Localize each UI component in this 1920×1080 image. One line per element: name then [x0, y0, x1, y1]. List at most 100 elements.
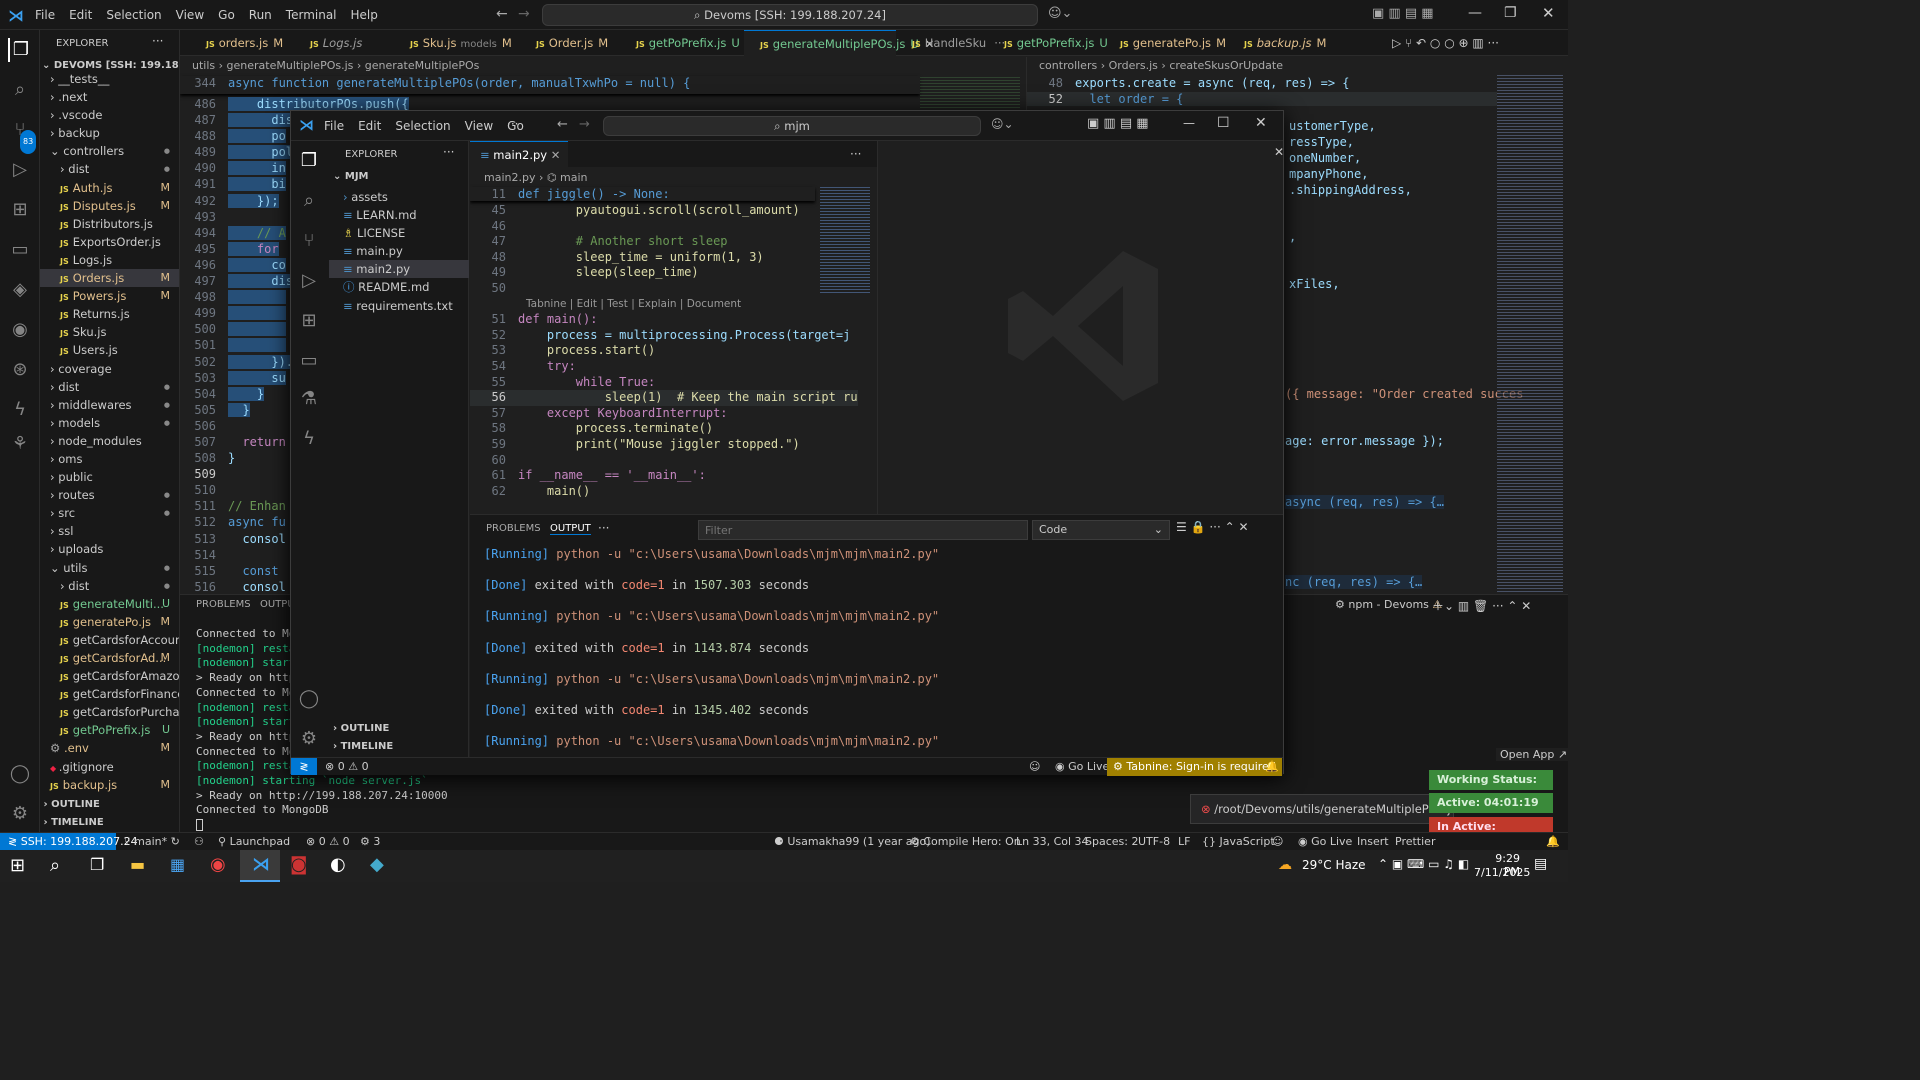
- tree-item[interactable]: JS Orders.js M: [40, 269, 179, 288]
- zoho-icon[interactable]: ◙: [290, 854, 307, 875]
- tree-item[interactable]: › dist ●: [40, 160, 179, 178]
- golive-status[interactable]: ◉ Go Live: [1298, 833, 1352, 851]
- menu-terminal[interactable]: Terminal: [279, 0, 344, 30]
- tree-item[interactable]: JSgetCardsforPurchasi...: [40, 703, 179, 721]
- blame-status[interactable]: ⚈ Usamakha99 (1 year ago): [774, 833, 930, 851]
- inner-bc-file[interactable]: main2.py: [484, 171, 535, 184]
- tree-item[interactable]: › models ●: [40, 414, 179, 432]
- inner-extensions-icon[interactable]: ⊞: [297, 309, 321, 333]
- close-window-icon[interactable]: ✕: [1542, 4, 1555, 22]
- command-center-search[interactable]: ⌕ Devoms [SSH: 199.188.207.24]: [542, 4, 1038, 26]
- tree-item[interactable]: JS Auth.js M: [40, 179, 179, 197]
- inner-minimap[interactable]: [820, 185, 870, 295]
- tree-item[interactable]: JS Disputes.js M: [40, 197, 179, 215]
- inner-tree-item[interactable]: › assets: [329, 188, 469, 206]
- app2-icon[interactable]: ◆: [370, 854, 384, 875]
- inner-tab-close-icon[interactable]: ✕: [551, 148, 561, 162]
- explorer-icon[interactable]: ❐: [8, 38, 32, 62]
- tray-icons[interactable]: ⌃ ▣ ⌨ ▭ ♫ ◧: [1378, 857, 1469, 871]
- inner-tab-main2[interactable]: ≡ main2.py ✕: [470, 141, 568, 167]
- editor-tab[interactable]: JS getPoPrefix.js U: [988, 30, 1108, 56]
- weather-icon[interactable]: ☁: [1278, 857, 1292, 873]
- tree-item[interactable]: JS getCardsforAd... M: [40, 649, 179, 667]
- inner-panel-tab-problems[interactable]: PROBLEMS: [486, 523, 541, 534]
- compile-hero-status[interactable]: ⚙ Compile Hero: On: [910, 833, 1021, 851]
- error-notification[interactable]: ⊗ /root/Devoms/utils/generateMultiplePOs…: [1190, 794, 1454, 824]
- inner-tabnine-status[interactable]: ⚙ Tabnine: Sign-in is required: [1107, 758, 1282, 776]
- tree-item[interactable]: ⚙ .env M: [40, 739, 179, 757]
- tree-item[interactable]: JS ExportsOrder.js: [40, 233, 179, 251]
- tree-item[interactable]: ⌄ utils ●: [40, 559, 179, 577]
- tree-item[interactable]: JS Logs.js: [40, 251, 179, 269]
- tree-item[interactable]: ◆ .gitignore: [40, 758, 179, 776]
- inner-root[interactable]: ⌄ MJM: [333, 171, 369, 182]
- inner-panel-actions[interactable]: ☰ 🔒 ··· ⌃ ✕: [1176, 520, 1249, 534]
- tree-item[interactable]: › middlewares ●: [40, 396, 179, 414]
- inner-remote-icon[interactable]: ▭: [297, 349, 321, 373]
- forward-arrow-icon[interactable]: →: [518, 6, 530, 22]
- terminal-actions[interactable]: ＋⌄ ▥ 🗑 ··· ⌃ ✕: [1432, 597, 1531, 614]
- taskbar-search-icon[interactable]: ⌕: [50, 855, 60, 876]
- breadcrumb-item[interactable]: generateMultiplePOs: [365, 59, 480, 72]
- manage-gear-icon[interactable]: ⚙: [8, 802, 32, 826]
- inner-bc-symbol[interactable]: main: [560, 171, 587, 184]
- tree-item[interactable]: › ssl: [40, 522, 179, 540]
- editor-tab[interactable]: JS generateMultiplePOs.js U ✕: [744, 30, 934, 56]
- inner-menu-edit[interactable]: Edit: [351, 111, 388, 141]
- menu-selection[interactable]: Selection: [99, 0, 168, 30]
- layout-icons[interactable]: ▣ ▥ ▤ ▦: [1372, 6, 1434, 21]
- inner-lightning-icon[interactable]: ϟ: [297, 427, 321, 451]
- ports-status[interactable]: ⚙ 3: [360, 833, 380, 851]
- inner-remote-icon-status[interactable]: ≷: [291, 758, 317, 775]
- action-center-icon[interactable]: ▤: [1534, 856, 1547, 872]
- inner-forward-icon[interactable]: →: [579, 117, 590, 132]
- clock-date[interactable]: 7/11/2025: [1474, 866, 1530, 879]
- inner-outline[interactable]: › OUTLINE: [333, 723, 389, 734]
- inner-tree-item[interactable]: ♗ LICENSE: [329, 224, 469, 242]
- tree-item[interactable]: JSgetCardsforAccount.js: [40, 631, 179, 649]
- python-icon[interactable]: ⚘: [8, 432, 32, 456]
- inner-tree-item[interactable]: ≡ requirements.txt: [329, 297, 469, 315]
- inner-tab-more-icon[interactable]: ···: [850, 147, 861, 161]
- insert-status[interactable]: Insert: [1357, 833, 1389, 851]
- tree-item[interactable]: JS Powers.js M: [40, 287, 179, 305]
- inner-gear-icon[interactable]: ⚙: [297, 727, 321, 751]
- tree-item[interactable]: › node_modules: [40, 432, 179, 450]
- minimap-right[interactable]: [1497, 73, 1563, 593]
- gitlens-icon[interactable]: ⊛: [8, 358, 32, 382]
- tree-item[interactable]: › routes ●: [40, 486, 179, 504]
- inner-account-icon[interactable]: ◯: [297, 687, 321, 711]
- minimize-icon[interactable]: —: [1468, 5, 1482, 21]
- inner-back-icon[interactable]: ←: [557, 117, 568, 132]
- editor-tab[interactable]: JS Sku.js models M: [394, 30, 520, 56]
- eol-status[interactable]: LF: [1178, 833, 1190, 851]
- inner-bell-icon[interactable]: 🔔: [1265, 758, 1279, 776]
- breadcrumb-item[interactable]: controllers: [1039, 59, 1097, 72]
- panel-tab-problems[interactable]: PROBLEMS: [196, 599, 251, 610]
- encoding-status[interactable]: UTF-8: [1138, 833, 1170, 851]
- menu-file[interactable]: File: [28, 0, 62, 30]
- back-arrow-icon[interactable]: ←: [496, 6, 508, 22]
- tree-item[interactable]: JS Sku.js: [40, 323, 179, 341]
- inner-testing-icon[interactable]: ⚗: [297, 387, 321, 411]
- branch-status[interactable]: ⑂ main* ↻: [124, 833, 180, 851]
- tree-item[interactable]: › dist ●: [40, 577, 179, 595]
- inner-menu-view[interactable]: View: [458, 111, 500, 141]
- editor-tab[interactable]: JS Order.js M: [520, 30, 620, 56]
- codelens[interactable]: Tabnine | Edit | Test | Explain | Docume…: [470, 297, 858, 313]
- inner-maximize-icon[interactable]: ☐: [1217, 115, 1230, 131]
- editor-tab[interactable]: JS Logs.js: [294, 30, 394, 56]
- inner-editor-close-icon[interactable]: ✕: [1274, 145, 1284, 159]
- inner-golive[interactable]: ◉ Go Live: [1055, 758, 1109, 776]
- prettier-status[interactable]: Prettier: [1395, 833, 1435, 851]
- more-actions-icon[interactable]: ···: [152, 34, 163, 48]
- tree-item[interactable]: › .next: [40, 88, 179, 106]
- tree-item[interactable]: JS Distributors.js: [40, 215, 179, 233]
- output-channel-select[interactable]: Code ⌄: [1032, 520, 1170, 540]
- tree-item[interactable]: JS generatePo.js M: [40, 613, 179, 631]
- inner-tree-item[interactable]: ≡ LEARN.md: [329, 206, 469, 224]
- cursor-position[interactable]: Ln 33, Col 34: [1016, 833, 1089, 851]
- accounts-icon[interactable]: ⚇: [194, 833, 204, 851]
- search-icon[interactable]: ⌕: [8, 78, 32, 102]
- copilot-chat-icon[interactable]: ◉: [8, 318, 32, 342]
